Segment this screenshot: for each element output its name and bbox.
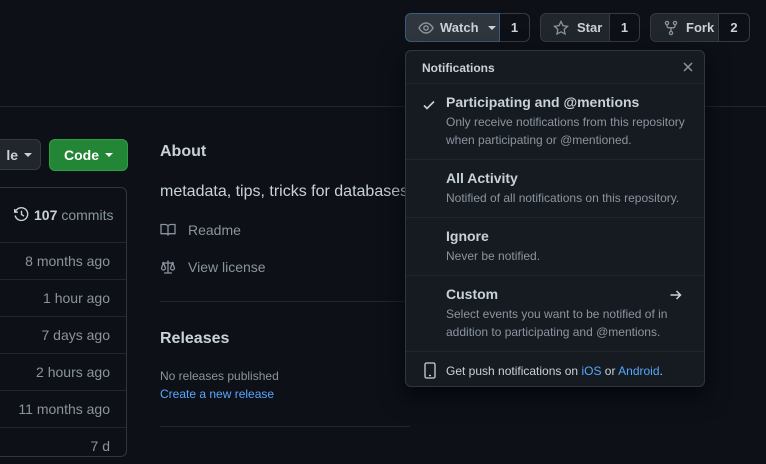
star-icon xyxy=(553,19,569,35)
option-title: Ignore xyxy=(446,228,489,244)
push-prefix: Get push notifications on xyxy=(446,364,579,378)
history-icon xyxy=(14,206,29,222)
fork-button[interactable]: Fork xyxy=(650,13,719,42)
fork-icon xyxy=(664,20,678,35)
commit-time: 11 months ago xyxy=(18,401,110,417)
commits-link[interactable]: 107 commits xyxy=(13,206,113,223)
readme-link[interactable]: Readme xyxy=(160,222,241,238)
file-list: 107 commits 8 months ago 1 hour ago 7 da… xyxy=(0,187,127,457)
list-item: 8 months ago xyxy=(0,242,126,279)
branch-dropdown-label: le xyxy=(6,146,18,163)
commit-time: 7 d xyxy=(90,438,110,454)
star-button[interactable]: Star xyxy=(540,13,610,42)
notifications-menu: Notifications Participating and @mention… xyxy=(405,50,705,387)
book-icon xyxy=(160,223,176,236)
commit-time: 1 hour ago xyxy=(43,290,110,306)
push-notifications-row: Get push notifications on iOS or Android… xyxy=(406,351,704,386)
code-label: Code xyxy=(64,147,99,163)
list-item: 7 d xyxy=(0,427,126,464)
option-title: All Activity xyxy=(446,170,518,186)
list-item: 1 hour ago xyxy=(0,279,126,316)
option-description: Only receive notifications from this rep… xyxy=(446,115,685,147)
license-link[interactable]: View license xyxy=(160,259,266,275)
readme-label: Readme xyxy=(188,222,241,238)
about-heading: About xyxy=(160,143,207,160)
commits-label: commits xyxy=(61,206,114,223)
arrow-right-icon xyxy=(670,290,682,300)
eye-icon xyxy=(418,21,434,34)
commits-count: 107 xyxy=(34,206,58,223)
code-button[interactable]: Code xyxy=(49,139,128,171)
commit-time: 2 hours ago xyxy=(36,364,110,380)
list-item: 7 days ago xyxy=(0,316,126,353)
option-description: Never be notified. xyxy=(446,249,541,263)
about-divider xyxy=(160,301,410,302)
option-title: Participating and @mentions xyxy=(446,94,640,110)
fork-label: Fork xyxy=(686,20,715,35)
license-label: View license xyxy=(188,259,266,275)
list-item: 11 months ago xyxy=(0,390,126,427)
commit-time: 7 days ago xyxy=(41,327,111,343)
create-release-link[interactable]: Create a new release xyxy=(160,387,274,401)
android-link[interactable]: Android xyxy=(618,364,659,378)
notification-option-participating[interactable]: Participating and @mentions Only receive… xyxy=(406,83,704,159)
list-item: 2 hours ago xyxy=(0,353,126,390)
notification-option-all-activity[interactable]: All Activity Notified of all notificatio… xyxy=(406,159,704,217)
menu-title: Notifications xyxy=(422,61,495,75)
about-description: metadata, tips, tricks for databases xyxy=(160,183,409,200)
star-count[interactable]: 1 xyxy=(610,13,640,42)
law-icon xyxy=(160,260,176,274)
push-suffix: . xyxy=(659,364,663,378)
watch-label: Watch xyxy=(440,20,479,35)
push-or: or xyxy=(604,364,616,378)
no-releases-text: No releases published xyxy=(160,369,279,383)
option-description: Notified of all notifications on this re… xyxy=(446,191,680,205)
chevron-down-icon xyxy=(24,152,32,157)
option-title: Custom xyxy=(446,286,499,302)
fork-count[interactable]: 2 xyxy=(719,13,750,42)
notification-option-custom[interactable]: Custom Select events you want to be noti… xyxy=(406,275,704,351)
watch-count[interactable]: 1 xyxy=(500,13,530,42)
chevron-down-icon xyxy=(105,153,113,157)
option-description: Select events you want to be notified of… xyxy=(446,307,668,339)
star-label: Star xyxy=(577,20,603,35)
chevron-down-icon xyxy=(487,25,496,30)
notification-option-ignore[interactable]: Ignore Never be notified. xyxy=(406,217,704,275)
watch-button[interactable]: Watch xyxy=(405,13,500,42)
commit-time: 8 months ago xyxy=(25,253,110,269)
branch-dropdown-button[interactable]: le xyxy=(0,139,41,170)
check-icon xyxy=(423,100,435,110)
device-mobile-icon xyxy=(424,362,436,379)
close-icon[interactable] xyxy=(681,60,695,74)
ios-link[interactable]: iOS xyxy=(581,364,601,378)
push-text: Get push notifications on iOS or Android… xyxy=(446,364,663,378)
releases-heading[interactable]: Releases xyxy=(160,330,229,348)
releases-divider xyxy=(160,426,410,427)
